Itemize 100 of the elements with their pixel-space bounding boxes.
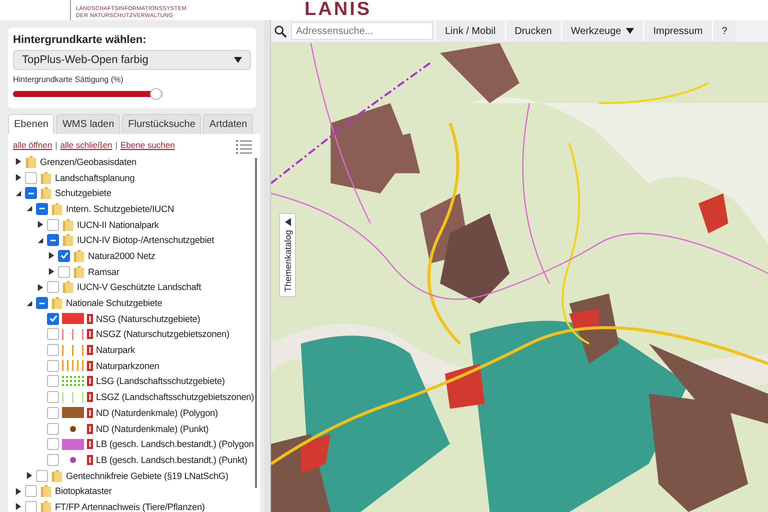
checkbox[interactable] bbox=[47, 328, 59, 340]
checkbox[interactable] bbox=[47, 360, 59, 372]
saturation-slider[interactable] bbox=[13, 88, 163, 100]
folder-icon bbox=[40, 186, 52, 200]
theme-catalog-tab[interactable]: Themenkatalog bbox=[279, 213, 296, 298]
folder-icon bbox=[51, 202, 63, 216]
basemap-select[interactable]: TopPlus-Web-Open farbig bbox=[13, 50, 251, 70]
folder-icon bbox=[73, 264, 85, 279]
checkbox[interactable] bbox=[47, 422, 59, 435]
checkbox[interactable] bbox=[47, 454, 59, 466]
tab[interactable]: Ebenen bbox=[8, 114, 54, 134]
info-icon[interactable] bbox=[87, 314, 93, 324]
checkbox[interactable] bbox=[47, 375, 59, 388]
layer-label[interactable]: IUCN-II Nationalpark bbox=[77, 220, 159, 230]
layer-label[interactable]: IUCN-V Geschützte Landschaft bbox=[77, 282, 201, 292]
info-icon[interactable] bbox=[87, 392, 93, 402]
layer-label[interactable]: Gentechnikfreie Gebiete (§19 LNatSchG) bbox=[66, 470, 228, 481]
folder-icon bbox=[40, 500, 52, 512]
caret-icon bbox=[284, 218, 290, 226]
separator-text: | bbox=[55, 140, 58, 150]
layer-label[interactable]: IUCN-IV Biotop-/Artenschutzgebiet bbox=[77, 235, 214, 246]
collapsed-triangle-icon[interactable] bbox=[15, 158, 22, 166]
checkbox[interactable] bbox=[36, 470, 48, 482]
collapsed-triangle-icon[interactable] bbox=[15, 174, 22, 182]
layer-label[interactable]: ND (Naturdenkmale) (Punkt) bbox=[96, 424, 209, 434]
tab[interactable]: WMS laden bbox=[56, 114, 120, 134]
layer-label[interactable]: Schutzgebiete bbox=[55, 188, 112, 198]
folder-icon bbox=[51, 468, 63, 483]
toolbar-button[interactable]: Impressum bbox=[643, 20, 712, 42]
expanded-triangle-icon[interactable] bbox=[26, 300, 33, 307]
checkbox[interactable] bbox=[25, 500, 37, 512]
info-icon[interactable] bbox=[87, 360, 93, 371]
folder-icon bbox=[25, 154, 37, 169]
info-icon[interactable] bbox=[87, 329, 93, 340]
collapsed-triangle-icon[interactable] bbox=[37, 284, 44, 291]
expanded-triangle-icon[interactable] bbox=[15, 190, 22, 197]
layer-label[interactable]: NSGZ (Naturschutzgebietszonen) bbox=[96, 329, 230, 340]
info-icon[interactable] bbox=[87, 439, 93, 450]
link[interactable]: alle öffnen bbox=[13, 140, 52, 150]
toolbar-button[interactable]: Link / Mobil bbox=[435, 20, 505, 42]
checkbox[interactable] bbox=[47, 218, 59, 231]
folder-icon bbox=[51, 296, 63, 310]
folder-icon bbox=[62, 218, 74, 232]
collapsed-triangle-icon[interactable] bbox=[15, 503, 22, 510]
toolbar-button[interactable]: Drucken bbox=[504, 20, 561, 42]
info-icon[interactable] bbox=[87, 454, 93, 465]
checkbox[interactable] bbox=[47, 438, 59, 450]
collapsed-triangle-icon[interactable] bbox=[48, 268, 55, 276]
layer-label[interactable]: Nationale Schutzgebiete bbox=[66, 298, 162, 308]
layer-label[interactable]: FT/FP Artennachweis (Tiere/Pflanzen) bbox=[55, 502, 205, 512]
info-icon[interactable] bbox=[87, 424, 93, 434]
checkbox[interactable] bbox=[25, 485, 37, 498]
list-icon[interactable] bbox=[236, 140, 252, 154]
collapsed-triangle-icon[interactable] bbox=[48, 252, 55, 260]
checkbox[interactable] bbox=[47, 391, 59, 404]
collapsed-triangle-icon[interactable] bbox=[26, 472, 33, 480]
layer-label[interactable]: LSGZ (Landschaftsschutzgebietszonen) bbox=[96, 392, 254, 402]
layer-label[interactable]: NSG (Naturschutzgebiete) bbox=[96, 314, 200, 324]
basemap-title: Hintergrundkarte wählen: bbox=[13, 34, 148, 46]
layer-label[interactable]: Ramsar bbox=[88, 266, 120, 277]
separator-text: | bbox=[115, 140, 118, 150]
folder-icon bbox=[62, 233, 74, 248]
address-search-field[interactable]: Adressensuche... bbox=[291, 22, 433, 40]
saturation-label: Hintergrundkarte Sättigung (%) bbox=[13, 75, 124, 84]
layer-label[interactable]: Naturpark bbox=[96, 345, 135, 356]
search-icon[interactable] bbox=[274, 24, 287, 38]
info-icon[interactable] bbox=[87, 408, 93, 418]
caret-icon bbox=[234, 57, 242, 63]
checkbox[interactable] bbox=[47, 406, 59, 419]
map-drawing[interactable] bbox=[271, 43, 768, 512]
collapsed-triangle-icon[interactable] bbox=[15, 488, 22, 495]
checkbox[interactable] bbox=[47, 344, 59, 356]
layer-label[interactable]: Natura2000 Netz bbox=[88, 250, 156, 261]
link[interactable]: alle schließen bbox=[60, 140, 112, 150]
link[interactable]: Ebene suchen bbox=[120, 140, 175, 150]
layer-label[interactable]: LSG (Landschaftsschutzgebiete) bbox=[96, 376, 225, 386]
layer-label[interactable]: ND (Naturdenkmale) (Polygon) bbox=[96, 408, 218, 418]
checkbox[interactable] bbox=[47, 281, 59, 294]
toolbar-button[interactable]: ? bbox=[712, 20, 736, 42]
checkbox[interactable] bbox=[58, 266, 70, 278]
slider-handle[interactable] bbox=[150, 88, 162, 100]
tab[interactable]: Artdaten bbox=[203, 114, 254, 134]
layer-label[interactable]: Naturparkzonen bbox=[96, 360, 160, 371]
layer-label[interactable]: Grenzen/Geobasisdaten bbox=[40, 156, 136, 167]
layer-label[interactable]: Intern. Schutzgebiete/IUCN bbox=[66, 204, 174, 214]
info-icon[interactable] bbox=[87, 345, 93, 356]
collapsed-triangle-icon[interactable] bbox=[37, 221, 44, 228]
brand-logo-text: LANIS bbox=[304, 0, 372, 20]
expanded-triangle-icon[interactable] bbox=[26, 205, 33, 212]
scrollbar[interactable] bbox=[255, 158, 257, 488]
checkbox[interactable] bbox=[25, 172, 37, 184]
info-icon[interactable] bbox=[87, 376, 93, 386]
layer-label[interactable]: Landschaftsplanung bbox=[55, 172, 135, 183]
layer-label[interactable]: Biotopkataster bbox=[55, 486, 112, 496]
expanded-triangle-icon[interactable] bbox=[37, 236, 44, 244]
layer-label[interactable]: LB (gesch. Landsch.bestandt.) (Polygon bbox=[96, 439, 254, 450]
layer-label[interactable]: LB (gesch. Landsch.bestandt.) (Punkt) bbox=[96, 454, 248, 465]
toolbar-button[interactable]: Werkzeuge bbox=[560, 20, 644, 42]
folder-icon bbox=[40, 170, 52, 185]
tab[interactable]: Flurstücksuche bbox=[122, 114, 202, 134]
